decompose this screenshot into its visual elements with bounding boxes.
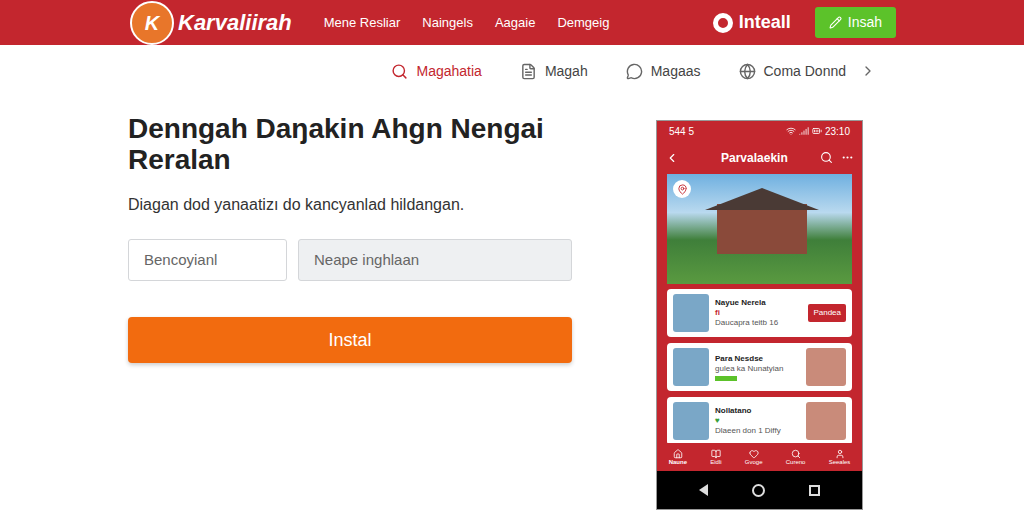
phone-mockup: 544 523:10Parvalaekin Nayue NerelafiDauca… [656,120,863,510]
page: KKarvaliirah Mene Resliar Naingels Aagaie De… [0,0,1024,512]
hero-title: Denngah Daŋakin Ahgn Nengai Reralan [128,113,572,175]
list-card[interactable]: Nollatano♥Dlaeen don 1 Diffy [667,397,852,443]
card-photo [806,402,846,440]
sub-nav-icon [739,63,756,80]
avatar [673,348,709,386]
phone-content: Nayue NerelafiDaucapra teitb 16Pandea Par… [657,174,862,443]
tab-icon [711,449,721,459]
phone-title-bar: Parvalaekin [657,141,862,174]
home-circle-icon[interactable] [752,484,765,497]
phone-status-bar: 544 523:10 [657,121,862,141]
wifi-icon [786,126,796,136]
phone-tab[interactable]: Cureno [786,449,806,466]
nav-item[interactable]: Aagaie [495,13,535,33]
logo-mark: K [130,1,174,45]
more-icon[interactable] [841,151,854,164]
hero: Denngah Daŋakin Ahgn Nengai Reralan Diaga… [128,97,572,510]
install-button[interactable]: Instal [128,317,572,363]
sub-nav-item[interactable]: Magaas [626,61,701,82]
account-icon [713,13,733,33]
battery-icon [812,126,822,136]
nav-item[interactable]: Demgeig [557,13,609,33]
nav-item[interactable]: Naingels [422,13,473,33]
form-row: Bencoyianl Neape inghlaan [128,239,572,281]
text-field[interactable]: Neape inghlaan [298,239,572,281]
account[interactable]: Inteall [713,9,791,36]
sub-nav-item[interactable]: Coma Donnd [739,61,847,82]
back-icon[interactable] [665,151,679,165]
recent-square-icon[interactable] [809,485,820,496]
sub-nav-icon [520,63,537,80]
search-icon[interactable] [820,151,833,164]
photo [667,174,852,284]
tab-icon [673,449,683,459]
main: Denngah Daŋakin Ahgn Nengai Reralan Diaga… [0,97,1024,510]
pencil-icon [829,16,842,29]
sub-nav-icon [626,63,643,80]
back-triangle-icon[interactable] [699,484,708,496]
header: KKarvaliirah Mene Resliar Naingels Aagaie De… [0,0,1024,45]
phone-tab[interactable]: Gvoge [745,449,763,466]
card-action-button[interactable]: Pandea [808,304,846,322]
list-card[interactable]: Para Nesdsegulea ka Nunatyian [667,343,852,391]
nav-item[interactable]: Mene Resliar [324,13,401,33]
main-nav: Mene Resliar Naingels Aagaie Demgeig [324,13,610,33]
phone-tab[interactable]: Naune [669,449,687,466]
card-list: Nayue NerelafiDaucapra teitb 16Pandea Par… [667,284,852,443]
sub-nav-item[interactable]: Magah [520,61,588,82]
tab-icon [835,449,845,459]
logo[interactable]: KKarvaliirah [130,1,292,45]
phone-tab[interactable]: Eidli [710,449,721,466]
sub-nav-icon [391,63,408,80]
header-actions: Inteall Insah [713,7,896,38]
logo-text: Karvaliirah [178,6,292,39]
avatar [673,294,709,332]
tab-icon [749,449,759,459]
list-card[interactable]: Nayue NerelafiDaucapra teitb 16Pandea [667,289,852,337]
chevron-right-icon[interactable] [860,63,876,79]
install-header-button[interactable]: Insah [815,7,896,38]
green-tag [715,376,737,381]
hero-subtitle: Diagan dod yanaatizı do kancyanlad hilda… [128,193,572,217]
text-field[interactable]: Bencoyianl [128,239,287,281]
android-nav-bar [657,471,862,509]
avatar [673,402,709,440]
phone-tab[interactable]: Seeales [829,449,851,466]
signal-icon [799,126,809,136]
tab-icon [791,449,801,459]
sub-nav: Magahatia Magah Magaas Coma Donnd [0,45,1024,97]
pin-icon [673,180,691,198]
card-photo [806,348,846,386]
sub-nav-item[interactable]: Magahatia [391,61,481,82]
phone-tab-bar: Naune Eidli Gvoge Cureno Seeales [657,443,862,471]
